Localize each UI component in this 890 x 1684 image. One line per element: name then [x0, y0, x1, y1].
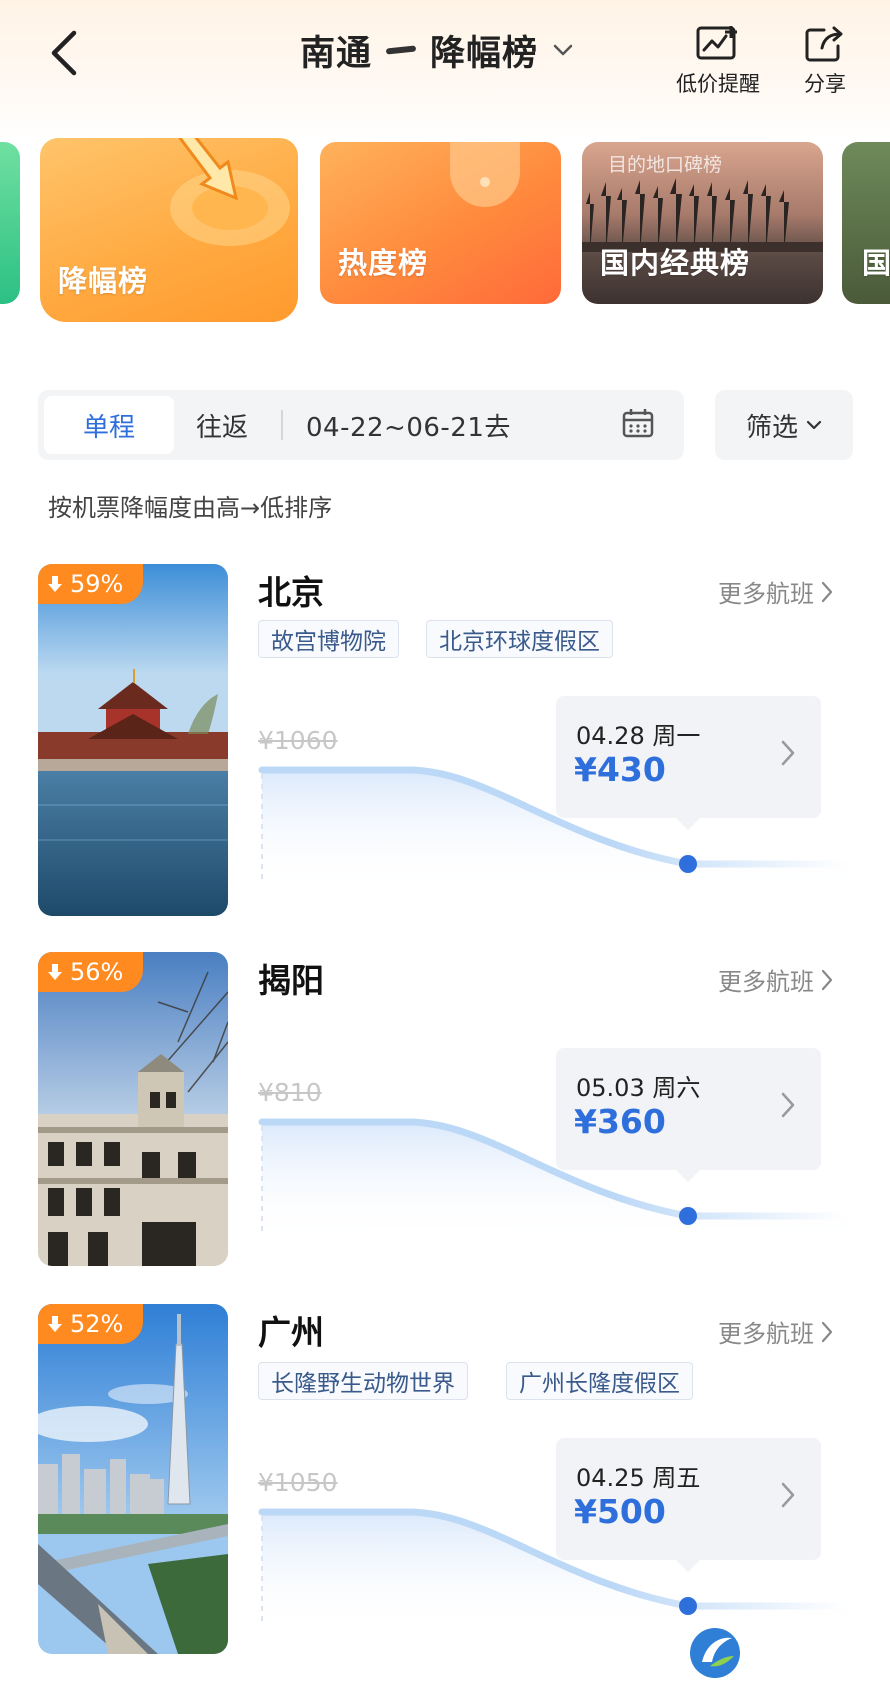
lowest-price-date: 05.03 周六: [576, 1074, 701, 1102]
chevron-down-icon: [553, 44, 573, 56]
canton-tower-photo: [38, 1304, 228, 1654]
jieyang-building-photo: [38, 952, 228, 1266]
down-arrow-illustration-icon: [170, 138, 290, 246]
down-arrow-icon: [48, 576, 62, 592]
card-pointer: [676, 1170, 700, 1182]
route-separator: [385, 45, 417, 55]
list-name: 降幅榜: [430, 33, 539, 74]
category-card-hot[interactable]: 热度榜: [320, 142, 561, 304]
category-card-classic[interactable]: 目的地口碑榜 国内经典榜: [582, 142, 823, 304]
divider: [281, 410, 283, 440]
destination-city: 揭阳: [258, 961, 324, 1000]
category-label: 国: [862, 246, 890, 280]
share-icon: [805, 26, 843, 62]
calendar-icon[interactable]: [622, 408, 654, 438]
original-price: ¥1060: [258, 726, 338, 755]
original-price: ¥810: [258, 1078, 322, 1107]
destination-photo[interactable]: 52%: [38, 1304, 228, 1654]
card-pointer: [676, 818, 700, 830]
lowest-price-card[interactable]: 05.03 周六 ¥360: [556, 1048, 821, 1182]
destination-city: 北京: [258, 573, 324, 612]
tab-one-way[interactable]: 单程: [44, 396, 174, 454]
category-label: 国内经典榜: [600, 246, 751, 280]
lowest-price: ¥360: [574, 1102, 666, 1141]
date-range[interactable]: 04-22~06-21去: [306, 390, 511, 460]
share-label: 分享: [804, 72, 846, 96]
sort-note: 按机票降幅度由高→低排序: [48, 494, 333, 522]
drop-percent: 52%: [70, 1310, 124, 1338]
attraction-tag[interactable]: 广州长隆度假区: [506, 1362, 693, 1400]
price-alert-button[interactable]: 低价提醒: [676, 24, 760, 98]
back-button[interactable]: [40, 28, 90, 78]
more-flights-label: 更多航班: [718, 968, 814, 996]
category-overlay-text: 目的地口碑榜: [608, 154, 723, 176]
price-drop-badge: 59%: [38, 564, 144, 604]
attraction-tag[interactable]: 北京环球度假区: [426, 620, 613, 658]
destination-photo[interactable]: 59%: [38, 564, 228, 916]
more-flights-link[interactable]: 更多航班: [718, 1314, 834, 1349]
category-card-partial[interactable]: [0, 142, 20, 304]
origin-city: 南通: [300, 33, 373, 74]
fire-cup-illustration-icon: [450, 142, 520, 207]
chevron-right-icon: [781, 1092, 795, 1118]
drop-percent: 56%: [70, 958, 124, 986]
route-title[interactable]: 南通 降幅榜: [300, 22, 574, 78]
lowest-price: ¥430: [574, 750, 666, 789]
trip-type-date-bar: 单程 往返 04-22~06-21去: [38, 390, 684, 460]
category-card-partial[interactable]: 国: [842, 142, 890, 304]
category-card-drop[interactable]: 降幅榜: [40, 138, 298, 322]
chevron-right-icon: [781, 740, 795, 766]
lowest-price-date: 04.25 周五: [576, 1464, 701, 1492]
watermark-logo-icon: [690, 1628, 740, 1678]
lowest-price: ¥500: [574, 1492, 666, 1531]
lowest-price-date: 04.28 周一: [576, 722, 701, 750]
tab-round-trip[interactable]: 往返: [196, 390, 248, 460]
chevron-down-icon: [806, 420, 822, 430]
attraction-tag[interactable]: 长隆野生动物世界: [258, 1362, 468, 1400]
chevron-right-icon: [821, 1321, 833, 1342]
category-label: 降幅榜: [58, 264, 149, 298]
down-arrow-icon: [48, 964, 62, 980]
lowest-price-card[interactable]: 04.28 周一 ¥430: [556, 696, 821, 830]
lowest-price-point: [679, 1207, 697, 1225]
card-pointer: [676, 1560, 700, 1572]
price-drop-badge: 52%: [38, 1304, 144, 1344]
more-flights-label: 更多航班: [718, 580, 814, 608]
chevron-right-icon: [821, 969, 833, 990]
lowest-price-point: [679, 1597, 697, 1615]
category-label: 热度榜: [338, 246, 429, 280]
more-flights-link[interactable]: 更多航班: [718, 962, 834, 997]
chevron-right-icon: [781, 1482, 795, 1508]
share-button[interactable]: 分享: [804, 24, 846, 98]
price-alert-label: 低价提醒: [676, 72, 760, 96]
filter-label: 筛选: [745, 412, 798, 443]
down-arrow-icon: [48, 1316, 62, 1332]
lowest-price-card[interactable]: 04.25 周五 ¥500: [556, 1438, 821, 1572]
back-arrow-icon: [51, 30, 77, 76]
destination-photo[interactable]: 56%: [38, 952, 228, 1266]
price-alert-icon: [696, 26, 737, 60]
original-price: ¥1050: [258, 1468, 338, 1497]
destination-city: 广州: [258, 1313, 324, 1352]
filter-button[interactable]: 筛选: [715, 390, 853, 460]
forbidden-city-photo: [38, 564, 228, 916]
attraction-tag[interactable]: 故宫博物院: [258, 620, 399, 658]
drop-percent: 59%: [70, 570, 124, 598]
price-drop-badge: 56%: [38, 952, 144, 992]
more-flights-link[interactable]: 更多航班: [718, 574, 834, 609]
more-flights-label: 更多航班: [718, 1320, 814, 1348]
chevron-right-icon: [821, 581, 833, 602]
lowest-price-point: [679, 855, 697, 873]
